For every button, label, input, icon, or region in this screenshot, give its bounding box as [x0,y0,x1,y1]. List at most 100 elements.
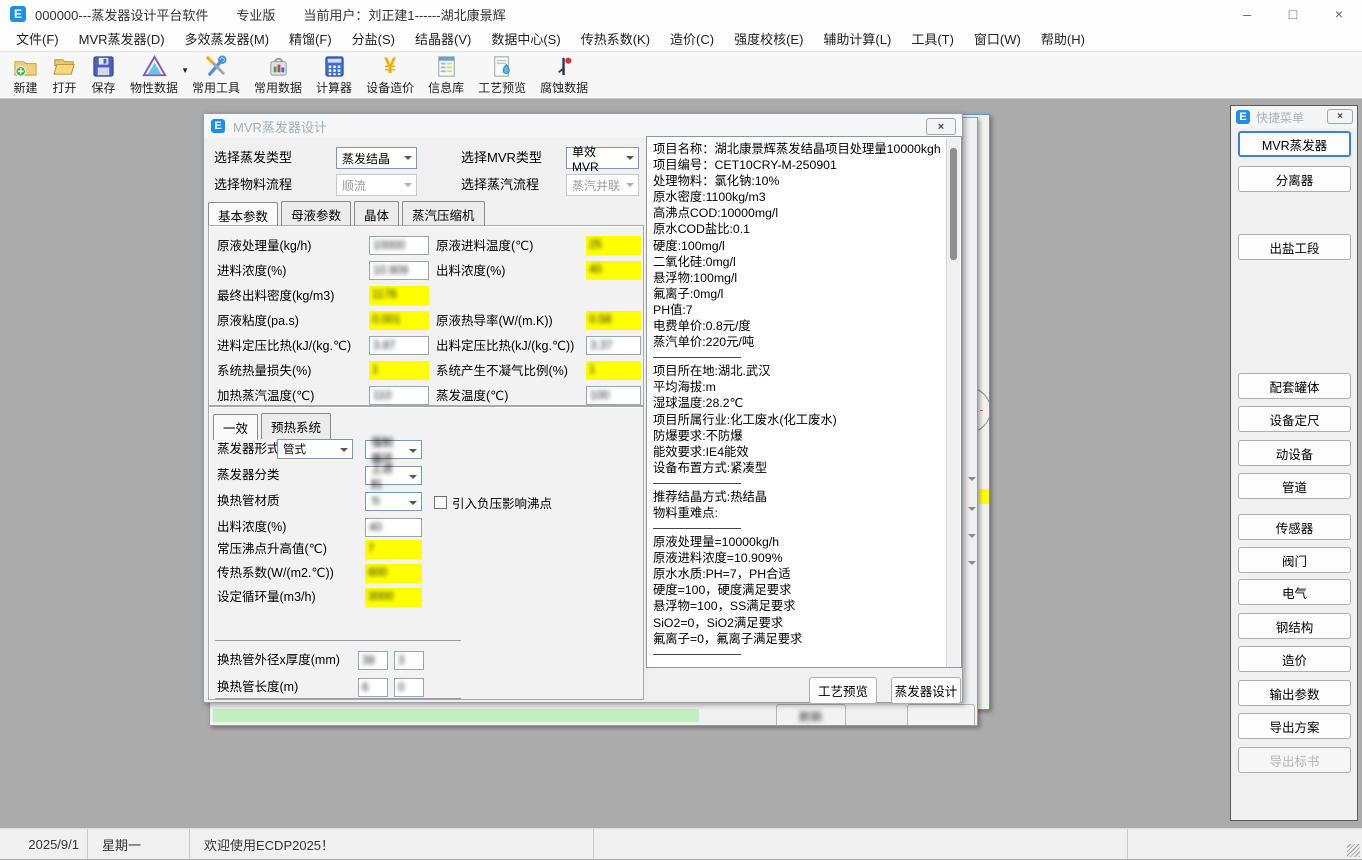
evaporator-design-button[interactable]: 蒸发器设计 [891,677,961,704]
quick-menu-item-equipment-sizing[interactable]: 设备定尺 [1238,406,1351,432]
menu-item[interactable]: 工具(T) [901,28,964,52]
tab-vapor-compressor[interactable]: 蒸汽压缩机 [402,201,485,227]
param-input[interactable]: 0.58 [586,311,641,330]
new-button[interactable]: 新建 [6,52,45,96]
param-input[interactable]: 10.909 [369,261,429,280]
param-input[interactable]: 1176 [369,286,429,305]
evaporator-form2-select[interactable]: 强制循环 [365,440,422,459]
quick-menu-item-export-plan[interactable]: 导出方案 [1238,713,1351,739]
menu-item[interactable]: 数据中心(S) [481,28,570,52]
app-logo-icon: E [10,6,26,22]
open-button[interactable]: 打开 [45,52,84,96]
quick-menu-item-export-tender[interactable]: 导出标书 [1238,747,1351,773]
partial-refresh-button[interactable]: 刷新 [776,704,846,726]
material-flow-select[interactable]: 顺流 [336,174,417,196]
quick-menu-item-steel-structure[interactable]: 钢结构 [1238,613,1351,639]
vacuum-effect-checkbox[interactable] [434,496,447,509]
param-input[interactable]: 0.001 [369,311,429,330]
quick-menu-item-valves[interactable]: 阀门 [1238,547,1351,573]
tab-first-effect[interactable]: 一效 [213,414,258,440]
out-conc-input[interactable]: 40 [365,518,422,537]
tab-crystal[interactable]: 晶体 [354,201,399,227]
param-input[interactable]: 25 [586,236,641,255]
dialog-close-button[interactable]: × [926,118,956,135]
param-input[interactable]: 3.37 [586,336,641,355]
window-controls: – □ × [1224,0,1362,28]
corrosion-data-button[interactable]: 腐蚀数据 [533,52,595,96]
circulation-input[interactable]: 3000 [365,588,422,607]
close-button[interactable]: × [1316,0,1362,28]
quick-menu-item-sensors[interactable]: 传感器 [1238,514,1351,540]
project-info-line: 防爆要求:不防爆 [653,428,941,444]
param-input[interactable]: 100 [586,386,641,405]
tube-material-select[interactable]: Ti [365,492,422,511]
equipment-cost-button[interactable]: ¥ 设备造价 [359,52,421,96]
process-preview-button[interactable]: 工艺预览 [809,677,877,704]
bpe-input[interactable]: 7 [365,540,422,559]
minimize-button[interactable]: – [1224,0,1270,28]
menu-item[interactable]: 强度校核(E) [724,28,813,52]
evaporator-form-select[interactable]: 管式 [277,439,353,459]
combo-arrow-sliver-icon [966,558,978,568]
quick-menu-item-separator[interactable]: 分离器 [1238,166,1351,192]
menu-item[interactable]: 传热系数(K) [571,28,660,52]
param-label: 原液粘度(pa.s) [217,311,299,331]
status-empty-cell [1128,829,1362,860]
tube-length-input2[interactable]: 0 [394,678,424,697]
evap-type-select[interactable]: 蒸发结晶 [336,147,417,169]
tab-mother-liquor[interactable]: 母液参数 [281,201,351,227]
main-tabstrip: 基本参数 母液参数 晶体 蒸汽压缩机 [208,201,644,228]
param-input[interactable]: 40 [586,261,641,280]
process-preview-button[interactable]: 工艺预览 [471,52,533,96]
menu-item[interactable]: 文件(F) [6,28,69,52]
info-library-button[interactable]: 信息库 [421,52,471,96]
partial-button[interactable] [907,704,975,726]
common-data-button[interactable]: 常用数据 [247,52,309,96]
param-input[interactable]: 3.87 [369,336,429,355]
param-input[interactable]: 1 [586,361,641,380]
htc-input[interactable]: 800 [365,564,422,583]
status-empty-cell [594,829,1128,860]
quick-menu-item-piping[interactable]: 管道 [1238,473,1351,499]
quick-menu-item-tanks[interactable]: 配套罐体 [1238,373,1351,399]
menu-item[interactable]: 造价(C) [660,28,724,52]
project-info-line: 设备布置方式:紧凑型 [653,460,941,476]
scrollbar-thumb[interactable] [950,148,957,260]
common-tools-button[interactable]: 常用工具 [185,52,247,96]
quick-menu-item-mvr-evaporator[interactable]: MVR蒸发器 [1238,131,1351,157]
quick-menu-item-cost[interactable]: 造价 [1238,646,1351,672]
steam-flow-select[interactable]: 蒸汽并联 [566,174,639,196]
menu-item[interactable]: 帮助(H) [1031,28,1095,52]
quick-menu-close-button[interactable]: × [1327,109,1353,124]
menu-item[interactable]: 多效蒸发器(M) [175,28,280,52]
param-input[interactable]: 110 [369,386,429,405]
tube-length-input[interactable]: 6 [358,678,388,697]
menu-item[interactable]: 结晶器(V) [405,28,481,52]
quick-menu-item-salt-section[interactable]: 出盐工段 [1238,234,1351,260]
project-info-line: 原液处理量=10000kg/h [653,534,941,550]
menu-item[interactable]: 辅助计算(L) [813,28,901,52]
tube-od-input[interactable]: 38 [358,651,388,670]
quick-menu-item-electrical[interactable]: 电气 [1238,579,1351,605]
param-input[interactable]: 1 [369,361,429,380]
save-button[interactable]: 保存 [84,52,123,96]
param-input[interactable]: 10000 [369,236,429,255]
chevron-down-icon [409,449,417,457]
scrollbar[interactable] [946,138,960,668]
menu-item[interactable]: 窗口(W) [964,28,1031,52]
quick-menu-item-output-params[interactable]: 输出参数 [1238,680,1351,706]
resize-grip[interactable] [1347,844,1360,857]
tab-preheat-system[interactable]: 预热系统 [261,413,331,439]
mvr-type-select[interactable]: 单效MVR [566,147,639,169]
property-data-button[interactable]: ▼ 物性数据 [123,52,185,96]
menu-item[interactable]: 精馏(F) [279,28,342,52]
maximize-button[interactable]: □ [1270,0,1316,28]
tube-thickness-input[interactable]: 3 [394,651,424,670]
evaporator-class-select[interactable]: 上进料 [365,466,422,485]
menu-item[interactable]: MVR蒸发器(D) [69,28,175,52]
calculator-button[interactable]: 计算器 [309,52,359,96]
param-label: 进料浓度(%) [217,261,286,281]
project-info-line: 推荐结晶方式:热结晶 [653,489,941,505]
menu-item[interactable]: 分盐(S) [342,28,405,52]
quick-menu-item-rotating-equipment[interactable]: 动设备 [1238,440,1351,466]
